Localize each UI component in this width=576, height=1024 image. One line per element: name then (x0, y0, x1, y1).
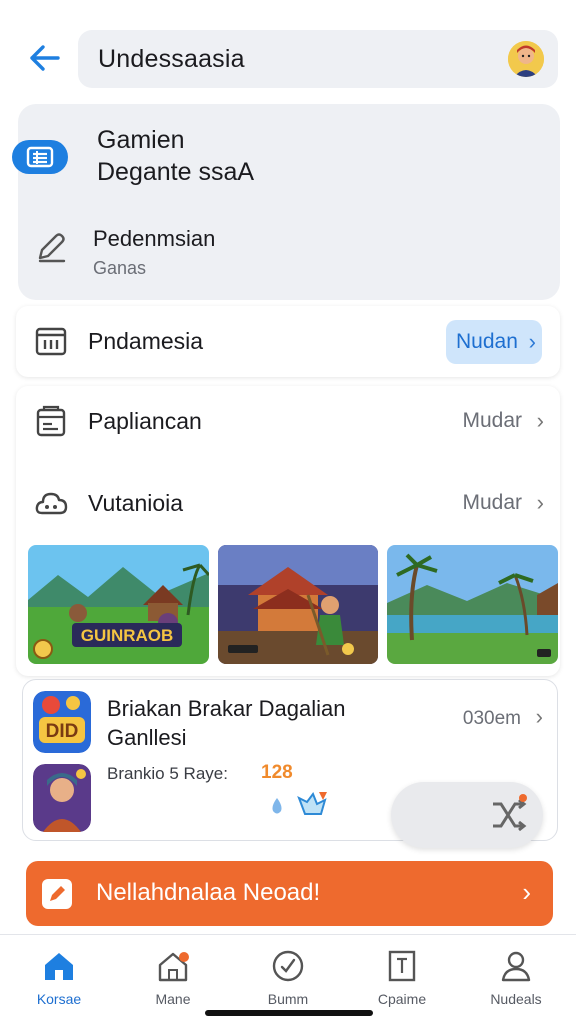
nav-item-home[interactable]: Korsae (14, 943, 104, 1007)
activity-score: 128 (261, 762, 293, 783)
document-icon (388, 950, 416, 982)
row-label: Vutanioia (88, 489, 184, 516)
menu-toggle[interactable] (12, 140, 68, 174)
cta-label: Nellahdnalaa Neoad! (96, 879, 321, 906)
nav-label: Mane (155, 991, 191, 1007)
nav-item-mane[interactable]: Mane (128, 943, 218, 1007)
activity-card[interactable]: DID Briakan Brakar Dagalian Ganllesi 030… (22, 679, 558, 848)
back-button[interactable] (22, 38, 66, 78)
thumbnail-beach-game[interactable] (387, 545, 558, 664)
shuffle-icon (493, 794, 527, 832)
row-value-pill[interactable]: Nudan › (446, 320, 542, 364)
arrow-left-icon (30, 45, 60, 71)
user-avatar[interactable] (508, 41, 544, 77)
nav-label: Bumm (267, 991, 309, 1007)
home-icon (45, 953, 73, 980)
settings-card-1: Pndamesia Nudan › (16, 306, 560, 377)
cloud-icon (35, 492, 68, 515)
primary-cta-button[interactable]: Nellahdnalaa Neoad! › (26, 861, 553, 926)
profile-title: Gamien Degante ssaA (97, 124, 254, 188)
house-badge-icon (158, 952, 189, 982)
row-papliancan[interactable]: Papliancan Mudar › (16, 386, 560, 456)
shuffle-fab[interactable] (391, 782, 543, 848)
profile-title-line2: Degante ssaA (97, 158, 255, 186)
compass-icon (272, 950, 304, 982)
thumbnail-caption: GUINRAOB (81, 626, 174, 645)
row-value: Mudar (462, 491, 522, 514)
pencil-icon (42, 879, 72, 909)
activity-title-line2: Ganllesi (107, 725, 187, 750)
profile-edit-label: Pedenmsian (93, 226, 216, 251)
thumbnail-temple-game[interactable] (218, 545, 378, 664)
row-value: Nudan (456, 330, 518, 353)
chevron-right-icon: › (535, 704, 543, 729)
activity-title: Briakan Brakar Dagalian Ganllesi (107, 694, 345, 752)
edit-icon (38, 233, 66, 263)
game-icon-adventurer (33, 764, 91, 832)
home-indicator (205, 1010, 373, 1016)
list-icon (26, 146, 54, 168)
nav-item-nudeals[interactable]: Nudeals (471, 943, 561, 1007)
nav-item-bumm[interactable]: Bumm (243, 943, 333, 1007)
row-value: Mudar (462, 409, 522, 432)
chevron-right-icon: › (536, 490, 544, 515)
profile-card: Gamien Degante ssaA Pedenmsian Ganas (12, 104, 560, 300)
row-label: Papliancan (88, 407, 202, 434)
nav-label: Korsae (36, 991, 82, 1007)
activity-time: 030em (462, 708, 521, 729)
calendar-icon (35, 327, 67, 356)
game-thumbnails: GUINRAOB (28, 545, 558, 665)
row-pndamesia[interactable]: Pndamesia Nudan › (16, 306, 560, 376)
nav-item-cpaime[interactable]: Cpaime (357, 943, 447, 1007)
game-icon-text: DID (46, 721, 79, 742)
clipboard-icon (36, 405, 66, 437)
profile-edit-desc: Ganas (93, 258, 147, 278)
chevron-right-icon: › (536, 408, 544, 433)
person-icon (501, 951, 531, 982)
app-screen: Undessaasia Gamien Degante ssaA Pedenmsi… (0, 0, 576, 1024)
droplet-icon (272, 798, 282, 814)
activity-subtitle: Brankio 5 Raye: (107, 764, 228, 783)
thumbnail-jungle-game[interactable]: GUINRAOB (28, 545, 209, 664)
nav-label: Cpaime (377, 991, 427, 1007)
chevron-right-icon: › (522, 877, 531, 907)
profile-title-line1: Gamien (97, 126, 185, 154)
title-bar[interactable]: Undessaasia (78, 30, 558, 88)
hand-icon (297, 791, 327, 815)
row-vutanioia[interactable]: Vutanioia Mudar › (16, 468, 560, 538)
row-label: Pndamesia (88, 327, 204, 354)
profile-edit-row[interactable]: Pedenmsian Ganas (34, 226, 534, 286)
chevron-right-icon: › (528, 329, 536, 354)
activity-title-line1: Briakan Brakar Dagalian (107, 696, 346, 721)
header: Undessaasia (0, 28, 576, 90)
game-icon-did: DID (33, 691, 91, 753)
nav-label: Nudeals (490, 991, 542, 1007)
page-title: Undessaasia (98, 44, 245, 73)
